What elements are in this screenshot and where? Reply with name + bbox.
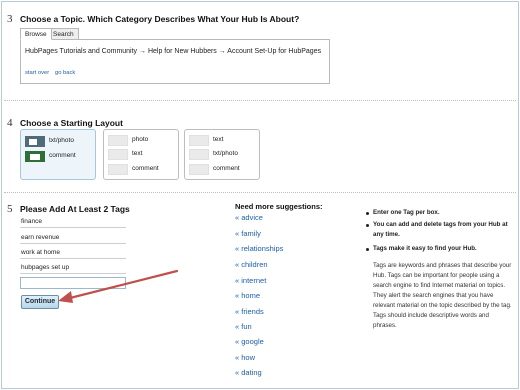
add-marker-icon: « — [235, 307, 240, 316]
layout-row: comment — [108, 164, 174, 175]
layout-row-label: comment — [132, 165, 159, 172]
layout-row: txt/photo — [25, 136, 91, 147]
layout-row-label: photo — [132, 136, 149, 143]
photo-thumb-icon — [108, 135, 128, 146]
layout-row: text — [189, 135, 255, 146]
step-5-title: Please Add At Least 2 Tags — [20, 204, 130, 214]
layout-row-label: text — [213, 136, 224, 143]
layout-row-label: txt/photo — [213, 150, 238, 157]
add-marker-icon: « — [235, 353, 240, 362]
suggestion-link[interactable]: « relationships — [235, 244, 283, 253]
suggestion-link[interactable]: « friends — [235, 307, 264, 316]
tip-item: Tags make it easy to find your Hub. — [373, 245, 477, 252]
layout-row: comment — [189, 164, 255, 175]
suggestion-link[interactable]: « advice — [235, 213, 263, 222]
add-marker-icon: « — [235, 213, 240, 222]
text-thumb-icon — [108, 149, 128, 160]
add-marker-icon: « — [235, 276, 240, 285]
layout-option-3[interactable]: text txt/photo comment — [184, 129, 260, 180]
section-divider — [4, 192, 516, 193]
step-number-5: 5 — [7, 203, 13, 215]
tag-input-1[interactable] — [20, 216, 126, 228]
layout-option-1[interactable]: txt/photo comment — [20, 129, 96, 180]
suggestion-link[interactable]: « home — [235, 291, 260, 300]
suggestion-link[interactable]: « family — [235, 229, 261, 238]
layout-row: txt/photo — [189, 149, 255, 160]
layout-row-label: comment — [49, 152, 76, 159]
tag-input-2[interactable] — [20, 232, 126, 244]
step-3-title: Choose a Topic. Which Category Describes… — [20, 14, 300, 24]
suggestion-link[interactable]: « internet — [235, 276, 266, 285]
suggestions-title: Need more suggestions: — [235, 202, 323, 211]
bullet-icon — [366, 212, 369, 215]
layout-row: text — [108, 149, 174, 160]
step-number-3: 3 — [7, 13, 13, 25]
text-thumb-icon — [189, 135, 209, 146]
step-4-title: Choose a Starting Layout — [20, 118, 123, 128]
add-marker-icon: « — [235, 368, 240, 377]
layout-option-2[interactable]: photo text comment — [103, 129, 179, 180]
suggestion-link[interactable]: « how — [235, 353, 255, 362]
comment-thumb-icon — [108, 164, 128, 175]
step-number-4: 4 — [7, 117, 13, 129]
tips-description: Tags are keywords and phrases that descr… — [373, 262, 512, 329]
bullet-icon — [366, 224, 369, 227]
tag-input-3[interactable] — [20, 247, 126, 259]
tag-input-4[interactable] — [20, 262, 126, 274]
tip-item: You can add and delete tags from your Hu… — [373, 221, 508, 238]
topic-path: HubPages Tutorials and Community → Help … — [25, 48, 322, 55]
layout-row-label: comment — [213, 165, 240, 172]
add-marker-icon: « — [235, 244, 240, 253]
comment-thumb-icon — [25, 151, 45, 162]
section-divider — [4, 100, 516, 101]
add-marker-icon: « — [235, 260, 240, 269]
suggestion-link[interactable]: « google — [235, 337, 264, 346]
start-over-link[interactable]: start over — [25, 70, 49, 76]
bullet-icon — [366, 248, 369, 251]
layout-row: comment — [25, 151, 91, 162]
suggestion-link[interactable]: « children — [235, 260, 268, 269]
suggestion-link[interactable]: « fun — [235, 322, 252, 331]
layout-row-label: txt/photo — [49, 137, 74, 144]
layout-row-label: text — [132, 150, 143, 157]
tag-input-5[interactable] — [20, 277, 126, 289]
continue-button[interactable]: Continue — [21, 295, 59, 309]
go-back-link[interactable]: go back — [55, 70, 75, 76]
photo-thumb-icon — [25, 136, 45, 147]
layout-row: photo — [108, 135, 174, 146]
add-marker-icon: « — [235, 322, 240, 331]
topic-browser-panel: HubPages Tutorials and Community → Help … — [20, 39, 330, 84]
comment-thumb-icon — [189, 164, 209, 175]
add-marker-icon: « — [235, 229, 240, 238]
photo-thumb-icon — [189, 149, 209, 160]
add-marker-icon: « — [235, 337, 240, 346]
tip-item: Enter one Tag per box. — [373, 209, 440, 216]
tab-browse[interactable]: Browse — [20, 28, 52, 40]
suggestion-link[interactable]: « dating — [235, 368, 262, 377]
add-marker-icon: « — [235, 291, 240, 300]
